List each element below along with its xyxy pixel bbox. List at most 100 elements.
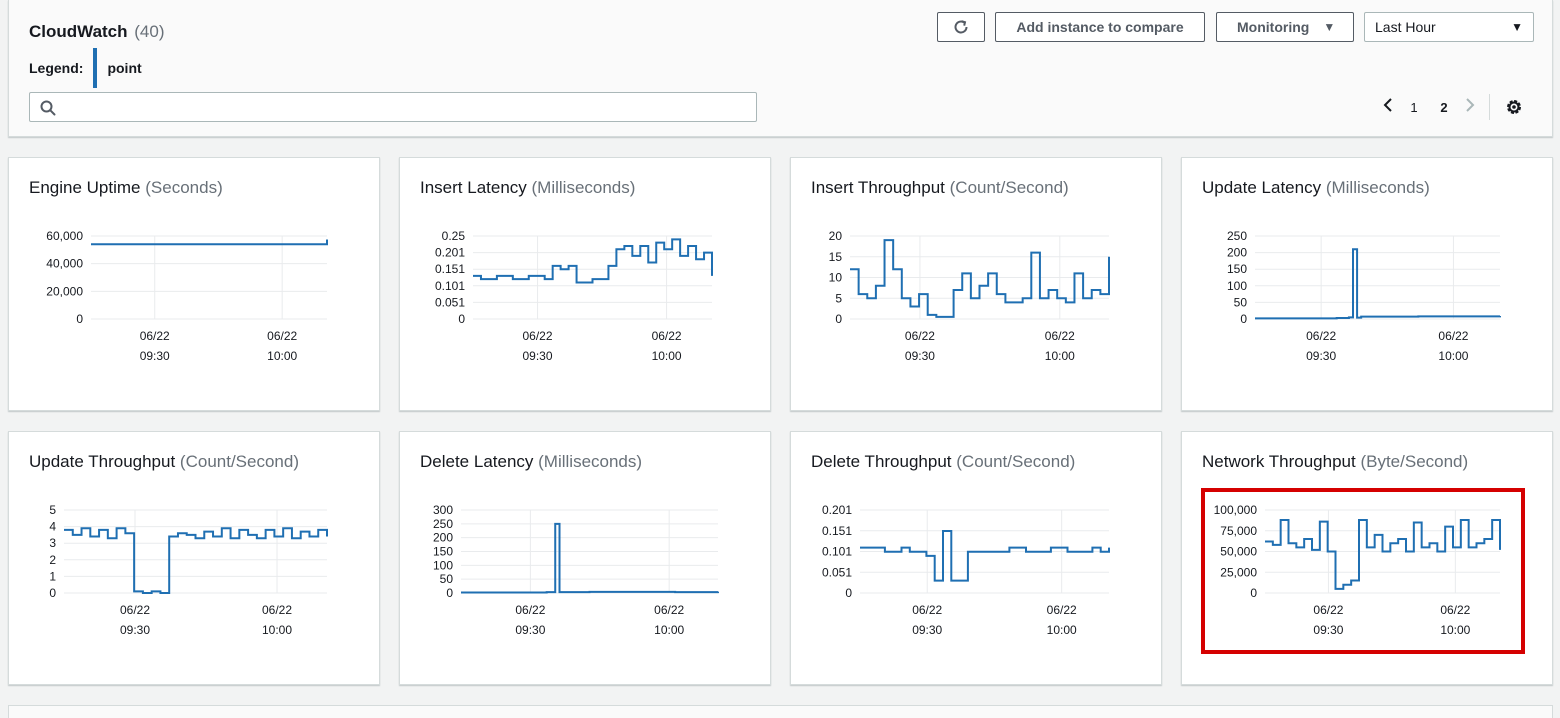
x-tick-label: 06/22 <box>652 329 682 343</box>
caret-down-icon: ▼ <box>1511 20 1523 34</box>
y-tick-label: 150 <box>433 545 453 559</box>
x-tick-label: 10:00 <box>267 349 297 363</box>
y-tick-label: 60,000 <box>46 229 83 243</box>
metric-chart: 0.25 0.201 0.151 0.101 0.051 0 06/22 09:30 06/22… <box>435 229 713 363</box>
y-tick-label: 0 <box>835 312 842 326</box>
refresh-button[interactable] <box>937 12 985 42</box>
y-tick-label: 40,000 <box>46 257 83 271</box>
legend: Legend: point <box>29 48 142 88</box>
legend-value: point <box>107 60 142 76</box>
header-panel: CloudWatch (40) Legend: point Add instan… <box>8 0 1553 137</box>
metric-chart: 0.201 0.151 0.101 0.051 0 06/22 09:30 06/22 10:0… <box>822 503 1110 637</box>
y-tick-label: 0 <box>446 586 453 600</box>
x-tick-label: 06/22 <box>1306 329 1336 343</box>
legend-swatch <box>93 48 98 88</box>
x-tick-label: 09:30 <box>1306 349 1336 363</box>
metric-chart: 20 15 10 5 0 06/22 09:30 06/22 10:00 <box>829 229 1110 363</box>
page-1[interactable]: 1 <box>1399 100 1429 115</box>
y-tick-label: 10 <box>829 271 843 285</box>
metric-chart: 300250200150100500 06/22 09:30 06/22 10:00 <box>433 503 719 637</box>
y-tick-label: 0.101 <box>822 545 852 559</box>
refresh-icon <box>954 20 968 34</box>
y-tick-label: 0 <box>1240 312 1247 326</box>
series-line <box>860 530 1110 582</box>
y-tick-label: 3 <box>49 536 56 550</box>
y-tick-label: 0 <box>845 586 852 600</box>
add-instance-compare-button[interactable]: Add instance to compare <box>995 12 1205 42</box>
metric-card: Insert Latency (Milliseconds) 0.25 0.201 0.… <box>399 157 771 411</box>
x-tick-label: 06/22 <box>515 603 545 617</box>
page-2[interactable]: 2 <box>1429 100 1459 115</box>
y-tick-label: 100 <box>433 558 453 572</box>
y-tick-label: 5 <box>835 291 842 305</box>
x-tick-label: 10:00 <box>652 349 682 363</box>
prev-page-icon[interactable] <box>1377 97 1399 118</box>
y-tick-label: 5 <box>49 503 56 517</box>
metric-card: Delete Latency (Milliseconds) 300 250 200 15… <box>399 431 771 685</box>
y-tick-label: 0.151 <box>822 524 852 538</box>
highlight-box <box>1201 488 1525 654</box>
series-line <box>91 239 328 246</box>
x-tick-label: 06/22 <box>1045 329 1075 343</box>
series-line <box>1255 248 1501 320</box>
search-box[interactable] <box>29 92 757 122</box>
metric-card: Update Throughput (Count/Second) 5 4 3 2 1 0 06… <box>8 431 380 685</box>
x-tick-label: 06/22 <box>905 329 935 343</box>
x-tick-label: 06/22 <box>120 603 150 617</box>
metric-card: Insert Throughput (Count/Second) 20 15 10 5 0… <box>790 157 1162 411</box>
y-tick-label: 15 <box>829 250 843 264</box>
x-tick-label: 06/22 <box>140 329 170 343</box>
x-tick-label: 06/22 <box>1047 603 1077 617</box>
bottom-panel <box>8 705 1553 718</box>
y-tick-label: 1 <box>49 569 56 583</box>
x-tick-label: 10:00 <box>1045 349 1075 363</box>
y-tick-label: 250 <box>433 517 453 531</box>
caret-down-icon: ▼ <box>1323 20 1336 34</box>
y-tick-label: 20 <box>829 229 843 243</box>
y-tick-label: 4 <box>49 520 56 534</box>
x-tick-label: 06/22 <box>523 329 553 343</box>
monitoring-label: Monitoring <box>1237 19 1310 35</box>
x-tick-label: 06/22 <box>1438 329 1468 343</box>
monitoring-dropdown[interactable]: Monitoring ▼ <box>1216 12 1354 42</box>
series-line <box>473 238 713 284</box>
y-tick-label: 300 <box>433 503 453 517</box>
x-tick-label: 10:00 <box>1047 623 1077 637</box>
y-tick-label: 0 <box>49 586 56 600</box>
next-page-icon[interactable] <box>1459 97 1481 118</box>
series-line <box>64 527 328 594</box>
divider <box>1489 94 1490 120</box>
search-input[interactable] <box>64 97 744 117</box>
y-tick-label: 50 <box>1234 295 1248 309</box>
gear-icon[interactable] <box>1504 97 1524 117</box>
x-tick-label: 06/22 <box>262 603 292 617</box>
metric-card: Delete Throughput (Count/Second) 0.201 0.1… <box>790 431 1162 685</box>
y-tick-label: 0.25 <box>442 229 466 243</box>
y-tick-label: 0 <box>76 312 83 326</box>
y-tick-label: 200 <box>433 531 453 545</box>
y-tick-label: 0.201 <box>435 246 465 260</box>
time-range-select[interactable]: Last Hour ▼ <box>1364 12 1534 42</box>
y-tick-label: 0.101 <box>435 279 465 293</box>
time-range-value: Last Hour <box>1375 19 1436 35</box>
y-tick-label: 100 <box>1227 279 1247 293</box>
y-tick-label: 200 <box>1227 246 1247 260</box>
y-tick-label: 0.051 <box>435 295 465 309</box>
x-tick-label: 10:00 <box>654 623 684 637</box>
series-line <box>461 522 719 594</box>
x-tick-label: 06/22 <box>912 603 942 617</box>
pagination: 1 2 <box>1377 94 1524 120</box>
y-tick-label: 0.201 <box>822 503 852 517</box>
x-tick-label: 09:30 <box>120 623 150 637</box>
x-tick-label: 06/22 <box>267 329 297 343</box>
x-tick-label: 09:30 <box>905 349 935 363</box>
metric-chart: 5 4 3 2 1 0 06/22 09:30 06/22 10:00 <box>49 503 328 637</box>
x-tick-label: 10:00 <box>1438 349 1468 363</box>
x-tick-label: 09:30 <box>140 349 170 363</box>
x-tick-label: 10:00 <box>262 623 292 637</box>
series-line <box>850 239 1110 318</box>
y-tick-label: 250 <box>1227 229 1247 243</box>
metric-card: Update Latency (Milliseconds) 250 200 150 10… <box>1181 157 1553 411</box>
y-tick-label: 0.151 <box>435 262 465 276</box>
y-tick-label: 20,000 <box>46 284 83 298</box>
